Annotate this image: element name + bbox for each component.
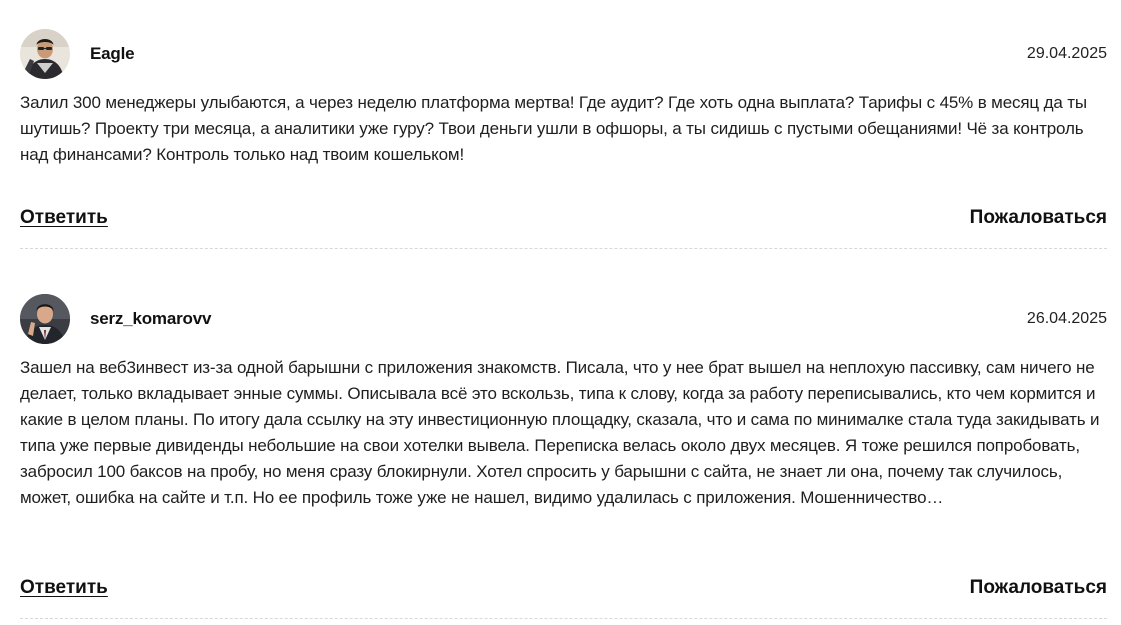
reply-link[interactable]: Ответить: [20, 207, 108, 229]
author-avatar[interactable]: [20, 294, 70, 344]
comment-item: Eagle 29.04.2025 Залил 300 менеджеры улы…: [20, 0, 1107, 249]
comment-date: 26.04.2025: [1026, 310, 1107, 327]
comment-author: Eagle: [20, 29, 135, 79]
comment-actions: Ответить Пожаловаться: [20, 207, 1107, 229]
comment-item: serz_komarovv 26.04.2025 Зашел на веб3ин…: [20, 249, 1107, 619]
report-link[interactable]: Пожаловаться: [970, 207, 1107, 229]
report-link[interactable]: Пожаловаться: [970, 577, 1107, 599]
comment-text: Залил 300 менеджеры улыбаются, а через н…: [20, 93, 1087, 164]
user-avatar-photo-icon: [20, 29, 70, 79]
comment-actions: Ответить Пожаловаться: [20, 577, 1107, 599]
comment-header: serz_komarovv 26.04.2025: [20, 249, 1107, 344]
author-avatar[interactable]: [20, 29, 70, 79]
comment-text: Зашел на веб3инвест из-за одной барышни …: [20, 358, 1100, 507]
comment-author: serz_komarovv: [20, 294, 211, 344]
comment-date: 29.04.2025: [1026, 45, 1107, 62]
comment-header: Eagle 29.04.2025: [20, 0, 1107, 79]
user-avatar-photo-icon: [20, 294, 70, 344]
reply-link[interactable]: Ответить: [20, 577, 108, 599]
comments-list: Eagle 29.04.2025 Залил 300 менеджеры улы…: [0, 0, 1121, 619]
author-name: serz_komarovv: [90, 309, 212, 328]
author-name: Eagle: [90, 44, 135, 63]
